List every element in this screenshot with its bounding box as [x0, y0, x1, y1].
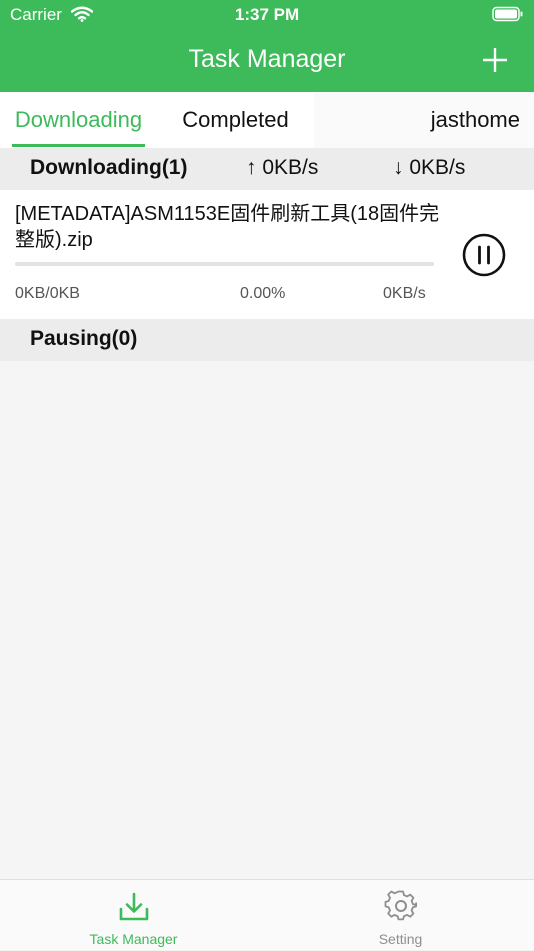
downloading-section-header: Downloading(1) ↑ 0KB/s ↓ 0KB/s	[0, 148, 534, 190]
task-speed: 0KB/s	[383, 285, 426, 302]
tabbar-item-task-manager[interactable]: Task Manager	[0, 880, 267, 951]
task-row[interactable]: [METADATA]ASM1153E固件刷新工具(18固件完整版).zip 0K…	[0, 190, 534, 319]
upload-speed: ↑ 0KB/s	[246, 156, 319, 179]
task-name: [METADATA]ASM1153E固件刷新工具(18固件完整版).zip	[15, 203, 440, 251]
pause-icon[interactable]	[462, 233, 506, 277]
add-task-button[interactable]	[481, 46, 509, 74]
clock: 1:37 PM	[234, 5, 300, 24]
task-size: 0KB/0KB	[15, 285, 80, 302]
gear-icon	[384, 890, 418, 921]
segment-tabs: Downloading Completed jasthome	[0, 92, 534, 148]
pausing-section-title: Pausing(0)	[30, 327, 138, 350]
download-icon	[119, 892, 149, 921]
tab-downloading[interactable]: Downloading	[0, 92, 157, 148]
task-progress-bar	[15, 262, 434, 266]
pausing-section-header: Pausing(0)	[0, 319, 534, 361]
navigation-bar: Carrier 1:37 PM Task Manager	[0, 0, 534, 92]
battery-icon	[492, 6, 523, 22]
tabbar-item-setting[interactable]: Setting	[267, 880, 534, 951]
tab-active-indicator	[12, 144, 145, 147]
page-title: Task Manager	[188, 45, 346, 73]
empty-list-area	[0, 361, 534, 879]
task-percent: 0.00%	[240, 285, 286, 302]
downloading-section-title: Downloading(1)	[30, 156, 188, 179]
tabbar-label-task-manager: Task Manager	[89, 931, 178, 947]
tab-completed[interactable]: Completed	[157, 92, 314, 148]
download-speed: ↓ 0KB/s	[393, 156, 466, 179]
tab-account[interactable]: jasthome	[414, 92, 534, 148]
status-bar: Carrier 1:37 PM	[0, 0, 534, 30]
tabbar-label-setting: Setting	[378, 931, 423, 947]
bottom-tab-bar: Task Manager Setting	[0, 879, 534, 950]
